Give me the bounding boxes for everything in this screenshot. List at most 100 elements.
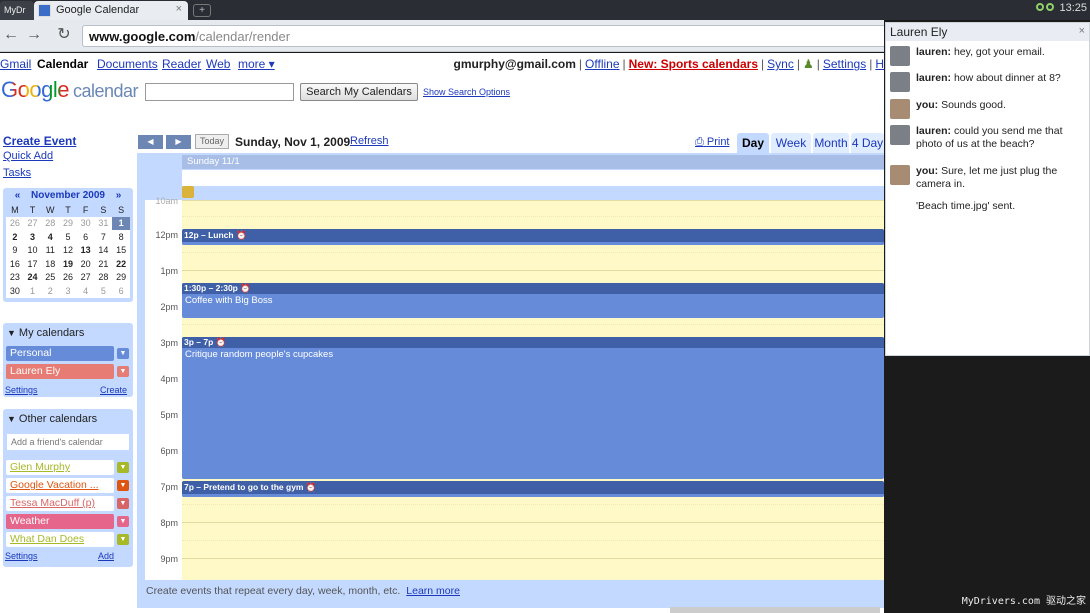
mini-day[interactable]: 4	[76, 284, 95, 298]
calendar-item-personal[interactable]: Personal	[6, 346, 114, 361]
sync-link[interactable]: Sync	[767, 57, 794, 71]
mini-day[interactable]: 9	[6, 243, 24, 257]
dropdown-arrow-icon[interactable]: ▼	[117, 498, 129, 509]
mini-day[interactable]: 22	[112, 257, 130, 271]
mini-day[interactable]: 31	[94, 216, 113, 230]
create-event-link[interactable]: Create Event	[3, 134, 76, 148]
mini-day[interactable]: 24	[23, 270, 42, 284]
mini-day[interactable]: 27	[23, 216, 42, 230]
gbar-web[interactable]: Web	[206, 57, 230, 71]
mini-day[interactable]: 11	[41, 243, 60, 257]
mini-day[interactable]: 5	[94, 284, 113, 298]
mini-day[interactable]: 23	[6, 270, 24, 284]
mini-day[interactable]: 4	[41, 230, 60, 244]
mini-day[interactable]: 29	[112, 270, 130, 284]
mini-day[interactable]: 28	[94, 270, 113, 284]
add-friend-calendar-input[interactable]: Add a friend's calendar	[6, 433, 130, 451]
close-icon[interactable]: ×	[1079, 25, 1085, 37]
address-bar[interactable]: www.google.com/calendar/render	[82, 25, 884, 47]
mini-day[interactable]: 15	[112, 243, 130, 257]
my-calendars-header[interactable]: ▼ My calendars	[3, 327, 133, 339]
search-my-calendars-button[interactable]: Search My Calendars	[300, 83, 418, 101]
calendar-item-what-dan-does[interactable]: What Dan Does	[6, 532, 114, 547]
mini-day[interactable]: 1	[23, 284, 42, 298]
other-calendars-settings-link[interactable]: Settings	[5, 551, 38, 561]
event-critique-cupcakes[interactable]: 3p – 7p ⏰ Critique random people's cupca…	[182, 337, 884, 479]
labs-flask-icon[interactable]: ♟	[803, 57, 814, 71]
offline-link[interactable]: Offline	[585, 57, 619, 71]
calendar-search-input[interactable]	[145, 83, 294, 101]
mini-day[interactable]: 5	[59, 230, 77, 244]
chat-header[interactable]: Lauren Ely ×	[886, 23, 1089, 41]
google-calendar-logo[interactable]: Google calendar	[1, 77, 139, 103]
forward-arrow-icon[interactable]: →	[25, 26, 43, 44]
help-link[interactable]: H	[875, 57, 884, 71]
calendar-item-glen-murphy[interactable]: Glen Murphy	[6, 460, 114, 475]
tab-day[interactable]: Day	[737, 133, 769, 155]
mini-day[interactable]: 12	[59, 243, 77, 257]
dropdown-arrow-icon[interactable]: ▼	[117, 516, 129, 527]
back-arrow-icon[interactable]: ←	[2, 26, 20, 44]
calendar-item-lauren-ely[interactable]: Lauren Ely	[6, 364, 114, 379]
calendar-item-google-vacation[interactable]: Google Vacation ...	[6, 478, 114, 493]
mini-day[interactable]: 19	[59, 257, 77, 271]
refresh-link[interactable]: Refresh	[350, 135, 389, 147]
today-button[interactable]: Today	[195, 134, 229, 149]
new-tab-button[interactable]: +	[193, 4, 211, 17]
day-column[interactable]: 12p – Lunch ⏰ 1:30p – 2:30p ⏰ Coffee wit…	[182, 200, 884, 580]
calendar-item-weather[interactable]: Weather	[6, 514, 114, 529]
mini-day[interactable]: 27	[76, 270, 95, 284]
mini-day[interactable]: 26	[59, 270, 77, 284]
mini-day[interactable]: 3	[59, 284, 77, 298]
mini-day[interactable]: 10	[23, 243, 42, 257]
tab-4-day[interactable]: 4 Day	[851, 133, 884, 155]
other-calendars-header[interactable]: ▼ Other calendars	[3, 413, 133, 425]
mini-day[interactable]: 7	[94, 230, 113, 244]
sports-calendars-link[interactable]: New: Sports calendars	[629, 57, 758, 71]
mini-day[interactable]: 8	[112, 230, 130, 244]
create-calendar-link[interactable]: Create	[100, 385, 127, 395]
mini-day[interactable]: 3	[23, 230, 42, 244]
learn-more-link[interactable]: Learn more	[406, 585, 460, 597]
tab-week[interactable]: Week	[771, 133, 811, 155]
settings-link[interactable]: Settings	[823, 57, 866, 71]
event-coffee-with-big-boss[interactable]: 1:30p – 2:30p ⏰ Coffee with Big Boss	[182, 283, 884, 318]
mini-day[interactable]: 28	[41, 216, 60, 230]
gbar-more[interactable]: more ▾	[238, 57, 275, 71]
mini-day[interactable]: 26	[6, 216, 24, 230]
dropdown-arrow-icon[interactable]: ▼	[117, 462, 129, 473]
dropdown-arrow-icon[interactable]: ▼	[117, 480, 129, 491]
mini-day[interactable]: 21	[94, 257, 113, 271]
event-lunch[interactable]: 12p – Lunch ⏰	[182, 229, 884, 245]
gbar-documents[interactable]: Documents	[97, 57, 158, 71]
mini-day[interactable]: 6	[76, 230, 95, 244]
my-calendars-settings-link[interactable]: Settings	[5, 385, 38, 395]
all-day-row[interactable]	[182, 170, 884, 186]
prev-day-button[interactable]: ◀	[138, 135, 163, 149]
tab-month[interactable]: Month	[813, 133, 849, 155]
print-link[interactable]: ⎙ Print	[695, 136, 730, 149]
add-calendar-link[interactable]: Add	[98, 551, 114, 561]
next-month-icon[interactable]: »	[116, 190, 122, 201]
mini-day-selected[interactable]: 1	[112, 216, 130, 230]
prev-month-icon[interactable]: «	[15, 190, 21, 201]
bottom-scrollbar[interactable]	[670, 607, 880, 613]
day-column-header[interactable]: Sunday 11/1	[182, 155, 884, 169]
mini-day[interactable]: 2	[6, 230, 24, 244]
event-gym[interactable]: 7p – Pretend to go to the gym ⏰	[182, 481, 884, 497]
browser-tab-other[interactable]: MyDr	[0, 1, 34, 20]
mini-day[interactable]: 29	[59, 216, 77, 230]
trophy-icon[interactable]	[182, 186, 194, 198]
dropdown-arrow-icon[interactable]: ▼	[117, 366, 129, 377]
gbar-reader[interactable]: Reader	[162, 57, 201, 71]
quick-add-link[interactable]: Quick Add	[3, 150, 53, 162]
mini-day[interactable]: 16	[6, 257, 24, 271]
gbar-gmail[interactable]: Gmail	[0, 57, 31, 71]
browser-tab-calendar[interactable]: Google Calendar ×	[34, 1, 188, 20]
mini-day[interactable]: 20	[76, 257, 95, 271]
mini-day[interactable]: 25	[41, 270, 60, 284]
dropdown-arrow-icon[interactable]: ▼	[117, 348, 129, 359]
mini-day[interactable]: 14	[94, 243, 113, 257]
mini-day[interactable]: 18	[41, 257, 60, 271]
mini-day[interactable]: 13	[76, 243, 95, 257]
